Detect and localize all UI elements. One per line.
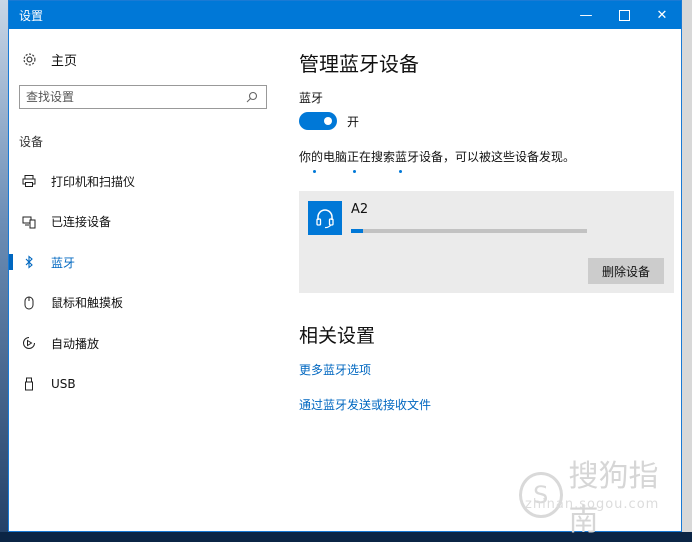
search-icon[interactable] (244, 89, 260, 105)
sidebar-item-usb[interactable]: USB (9, 364, 281, 405)
sidebar-item-mouse[interactable]: 鼠标和触摸板 (9, 283, 281, 324)
autoplay-icon (21, 335, 37, 351)
progress-fill (351, 229, 363, 233)
sidebar: 主页 设备 打印机和扫描仪 已连接设备 (9, 29, 281, 532)
search-box[interactable] (19, 85, 267, 109)
related-settings-heading: 相关设置 (299, 325, 376, 347)
progress-dot (399, 170, 402, 173)
toggle-knob (324, 117, 332, 125)
window-title: 设置 (19, 8, 44, 23)
home-label: 主页 (51, 53, 78, 69)
home-nav-item[interactable]: 主页 (9, 43, 281, 75)
maximize-icon (618, 9, 630, 21)
remove-device-button[interactable]: 删除设备 (588, 258, 664, 284)
sidebar-item-label: 已连接设备 (51, 215, 112, 230)
sidebar-item-label: 打印机和扫描仪 (51, 174, 136, 189)
usb-icon (21, 376, 37, 392)
bluetooth-label: 蓝牙 (299, 91, 324, 105)
title-bar: 设置 — ✕ (9, 1, 681, 29)
sidebar-item-autoplay[interactable]: 自动播放 (9, 323, 281, 364)
bluetooth-icon (21, 254, 37, 270)
progress-dot (353, 170, 356, 173)
minimize-button[interactable]: — (567, 1, 605, 29)
sidebar-item-bluetooth[interactable]: 蓝牙 (9, 242, 281, 283)
device-nav-list: 打印机和扫描仪 已连接设备 蓝牙 鼠标和触摸板 自动播放 USB (9, 161, 281, 404)
headset-icon (308, 201, 342, 235)
sidebar-item-label: USB (51, 376, 76, 391)
printer-icon (21, 173, 37, 189)
sidebar-item-label: 蓝牙 (51, 255, 76, 270)
device-name: A2 (351, 202, 369, 217)
watermark-text: 搜狗指南 (568, 459, 659, 538)
maximize-button[interactable] (605, 1, 643, 29)
settings-window: 设置 — ✕ 主页 设备 打印机和扫描仪 (8, 0, 682, 538)
sidebar-item-printers[interactable]: 打印机和扫描仪 (9, 161, 281, 202)
mouse-icon (21, 295, 37, 311)
progress-dot (313, 170, 316, 173)
searching-indicator (299, 167, 499, 175)
watermark: S 搜狗指南 (519, 451, 681, 539)
bluetooth-toggle[interactable] (299, 112, 337, 130)
connection-progress-bar (351, 229, 587, 233)
sidebar-item-label: 自动播放 (51, 336, 100, 351)
searching-status: 你的电脑正在搜索蓝牙设备，可以被这些设备发现。 (299, 150, 576, 164)
gear-icon (21, 51, 37, 67)
sidebar-item-label: 鼠标和触摸板 (51, 296, 124, 311)
device-card[interactable]: A2 删除设备 (299, 191, 674, 293)
desktop-background-left (0, 0, 8, 542)
search-input[interactable] (20, 86, 244, 108)
watermark-url: zhinan.sogou.com (525, 497, 660, 512)
close-button[interactable]: ✕ (643, 1, 681, 29)
toggle-state-label: 开 (347, 115, 360, 129)
more-bluetooth-options-link[interactable]: 更多蓝牙选项 (299, 361, 371, 378)
group-label-devices: 设备 (19, 135, 44, 149)
send-receive-files-link[interactable]: 通过蓝牙发送或接收文件 (299, 396, 431, 413)
background-window-edge (681, 0, 692, 542)
connected-devices-icon (21, 214, 37, 230)
page-title: 管理蓝牙设备 (299, 52, 419, 76)
sidebar-item-connected-devices[interactable]: 已连接设备 (9, 202, 281, 243)
